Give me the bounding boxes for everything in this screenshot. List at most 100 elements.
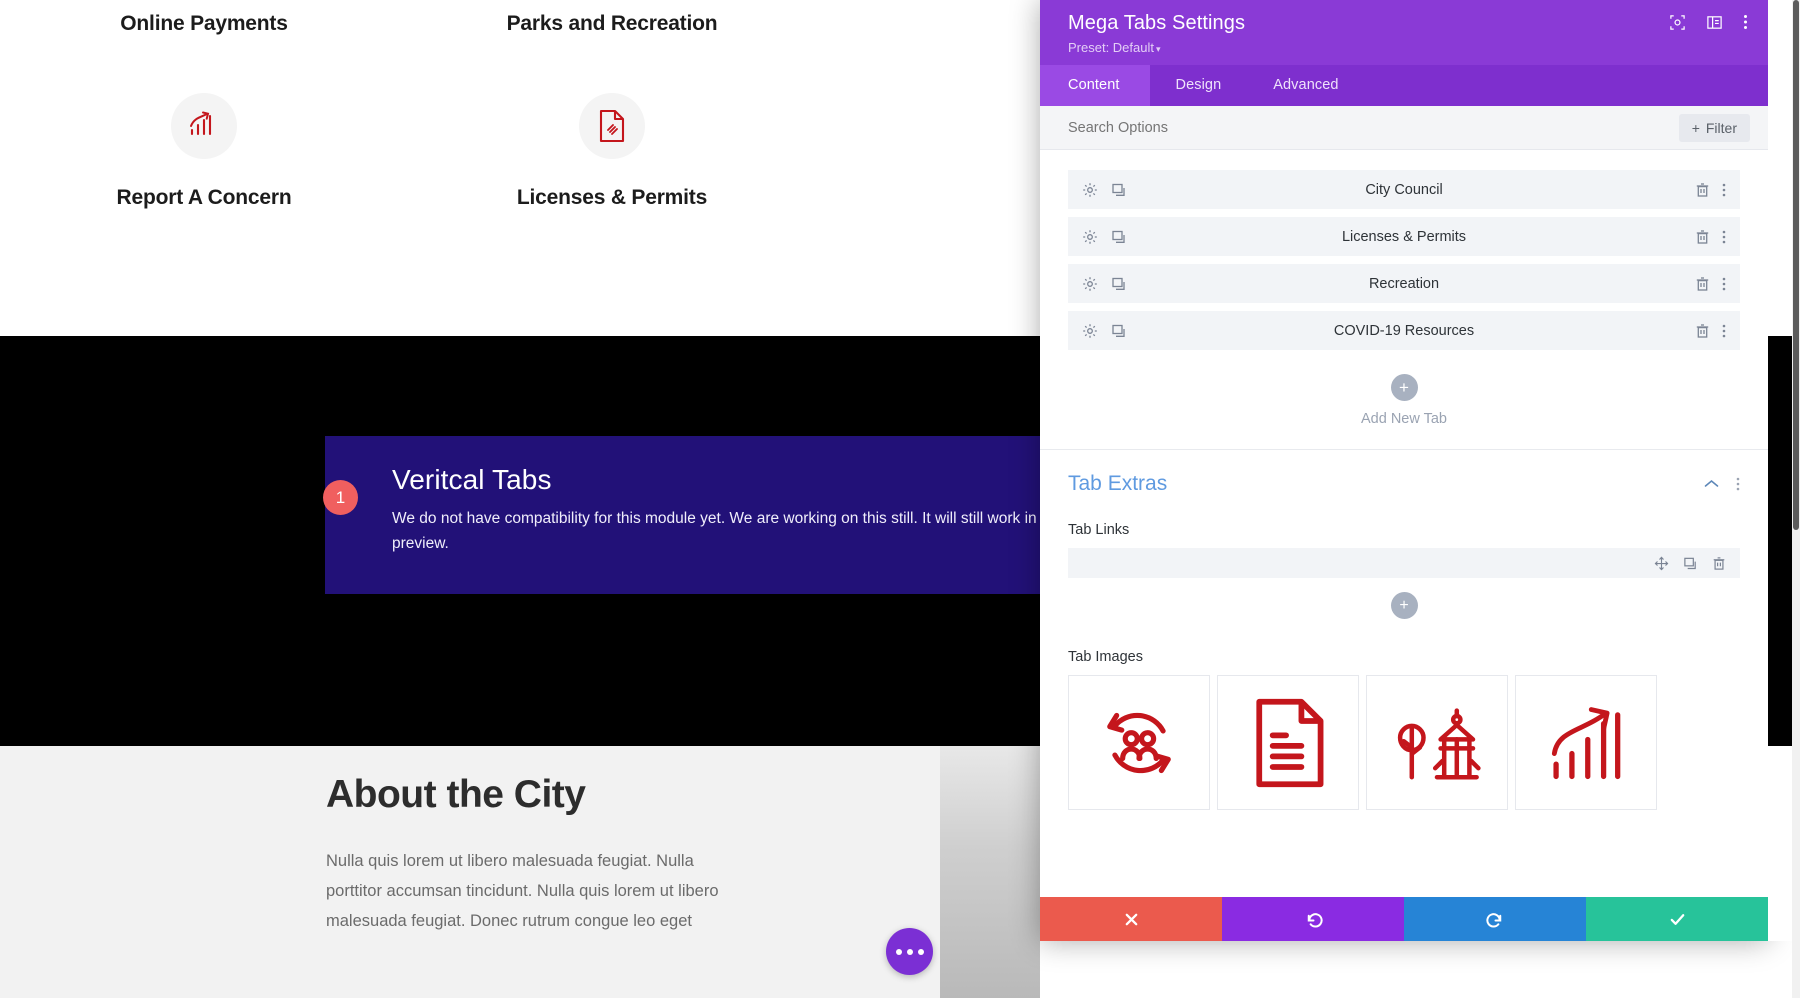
preset-label: Preset: Default xyxy=(1068,40,1154,55)
service-icon-cell-2 xyxy=(0,93,408,159)
trash-icon[interactable] xyxy=(1695,276,1710,292)
trash-icon[interactable] xyxy=(1695,182,1710,198)
document-pen-icon-wrap xyxy=(579,93,645,159)
tab-extras-section: Tab Extras Tab xyxy=(1040,450,1768,810)
growth-chart-icon xyxy=(1542,699,1630,787)
duplicate-icon[interactable] xyxy=(1683,556,1698,571)
filter-button[interactable]: + Filter xyxy=(1679,114,1750,142)
module-body: We do not have compatibility for this mo… xyxy=(392,506,1072,556)
duplicate-icon[interactable] xyxy=(1111,323,1127,339)
layout-panel-icon[interactable] xyxy=(1706,14,1723,31)
document-pen-icon xyxy=(597,109,627,143)
add-tab-link-area[interactable]: + xyxy=(1068,578,1740,619)
trash-icon[interactable] xyxy=(1695,323,1710,339)
park-gazebo-icon xyxy=(1392,698,1482,788)
mega-tabs-settings-modal: Mega Tabs Settings Preset: Default▾ xyxy=(1040,0,1768,941)
redo-button[interactable] xyxy=(1404,897,1586,941)
trash-icon[interactable] xyxy=(1695,229,1710,245)
tab-images-gallery xyxy=(1068,675,1740,810)
table-row[interactable]: Licenses & Permits xyxy=(1068,217,1740,256)
save-button[interactable] xyxy=(1586,897,1768,941)
service-title: Report A Concern xyxy=(0,186,408,210)
duplicate-icon[interactable] xyxy=(1111,229,1127,245)
screen: Online Payments Parks and Recreation xyxy=(0,0,1800,998)
vertical-tabs-module[interactable]: Veritcal Tabs We do not have compatibili… xyxy=(325,436,1125,594)
city-photo xyxy=(940,746,1040,998)
trash-icon[interactable] xyxy=(1712,556,1726,571)
tab-links-label: Tab Links xyxy=(1068,522,1740,538)
dark-section: Veritcal Tabs We do not have compatibili… xyxy=(0,336,1040,746)
page-scrollbar[interactable] xyxy=(1792,0,1800,998)
tab-content[interactable]: Content xyxy=(1040,65,1150,106)
tab-image-thumb-0[interactable] xyxy=(1068,675,1210,810)
tab-item-label: City Council xyxy=(1068,182,1740,198)
tab-image-thumb-1[interactable] xyxy=(1217,675,1359,810)
search-input[interactable] xyxy=(1068,120,1468,136)
service-title: Licenses & Permits xyxy=(408,186,816,210)
header-icon-group xyxy=(1669,13,1748,31)
table-row[interactable]: City Council xyxy=(1068,170,1740,209)
service-card-1[interactable]: Parks and Recreation xyxy=(408,12,816,36)
tab-extras-header[interactable]: Tab Extras xyxy=(1068,472,1740,496)
about-section: About the City Nulla quis lorem ut liber… xyxy=(0,746,940,998)
add-new-tab-label: Add New Tab xyxy=(1040,411,1768,427)
about-body-text: Nulla quis lorem ut libero malesuada feu… xyxy=(326,846,754,936)
duplicate-icon[interactable] xyxy=(1111,182,1127,198)
kebab-menu-icon[interactable] xyxy=(1722,182,1726,198)
dark-section-right-strip xyxy=(1768,336,1792,746)
service-icon-cell-3 xyxy=(408,93,816,159)
duplicate-icon[interactable] xyxy=(1111,276,1127,292)
scrollbar-thumb[interactable] xyxy=(1793,0,1799,530)
module-title: Veritcal Tabs xyxy=(392,466,1125,494)
people-exchange-icon xyxy=(1096,700,1182,786)
move-arrows-icon[interactable] xyxy=(1654,556,1669,571)
add-tab-link-button[interactable]: + xyxy=(1391,592,1418,619)
gear-icon[interactable] xyxy=(1082,323,1098,339)
kebab-menu-icon[interactable] xyxy=(1722,276,1726,292)
service-title: Online Payments xyxy=(0,12,408,36)
add-new-tab-button[interactable]: + xyxy=(1391,374,1418,401)
section-title: Tab Extras xyxy=(1068,472,1167,496)
service-card-0[interactable]: Online Payments xyxy=(0,12,408,36)
ellipsis-icon[interactable] xyxy=(886,928,933,975)
focus-target-icon[interactable] xyxy=(1669,14,1686,31)
modal-title: Mega Tabs Settings xyxy=(1068,12,1746,35)
kebab-menu-icon[interactable] xyxy=(1736,476,1740,492)
growth-chart-icon xyxy=(187,109,221,143)
modal-body: City Council xyxy=(1040,150,1768,897)
tab-images-label: Tab Images xyxy=(1068,649,1740,665)
table-row[interactable]: Recreation xyxy=(1068,264,1740,303)
growth-chart-icon-wrap xyxy=(171,93,237,159)
tab-image-thumb-3[interactable] xyxy=(1515,675,1657,810)
modal-footer xyxy=(1040,897,1768,941)
filter-button-label: Filter xyxy=(1706,120,1737,136)
add-new-tab-area[interactable]: + Add New Tab xyxy=(1040,358,1768,449)
table-row[interactable]: COVID-19 Resources xyxy=(1068,311,1740,350)
service-card-2[interactable]: Report A Concern xyxy=(0,186,408,210)
services-grid: Online Payments Parks and Recreation xyxy=(0,0,1040,336)
undo-button[interactable] xyxy=(1222,897,1404,941)
gear-icon[interactable] xyxy=(1082,276,1098,292)
cancel-button[interactable] xyxy=(1040,897,1222,941)
chevron-down-icon: ▾ xyxy=(1156,44,1161,54)
plus-icon: + xyxy=(1692,120,1700,136)
service-card-3[interactable]: Licenses & Permits xyxy=(408,186,816,210)
tab-item-label: COVID-19 Resources xyxy=(1068,323,1740,339)
tab-links-row[interactable] xyxy=(1068,548,1740,578)
kebab-menu-icon[interactable] xyxy=(1722,229,1726,245)
modal-tab-bar: Content Design Advanced xyxy=(1040,65,1768,106)
chevron-up-icon[interactable] xyxy=(1704,479,1719,489)
tab-image-thumb-2[interactable] xyxy=(1366,675,1508,810)
tab-advanced[interactable]: Advanced xyxy=(1247,65,1364,106)
tab-items-list: City Council xyxy=(1040,150,1768,350)
kebab-menu-icon[interactable] xyxy=(1743,13,1748,31)
service-title: Parks and Recreation xyxy=(408,12,816,36)
search-bar: + Filter xyxy=(1040,106,1768,150)
tab-item-label: Licenses & Permits xyxy=(1068,229,1740,245)
page-title: About the City xyxy=(326,773,585,817)
gear-icon[interactable] xyxy=(1082,229,1098,245)
gear-icon[interactable] xyxy=(1082,182,1098,198)
kebab-menu-icon[interactable] xyxy=(1722,323,1726,339)
tab-design[interactable]: Design xyxy=(1150,65,1248,106)
preset-selector[interactable]: Preset: Default▾ xyxy=(1068,40,1746,55)
